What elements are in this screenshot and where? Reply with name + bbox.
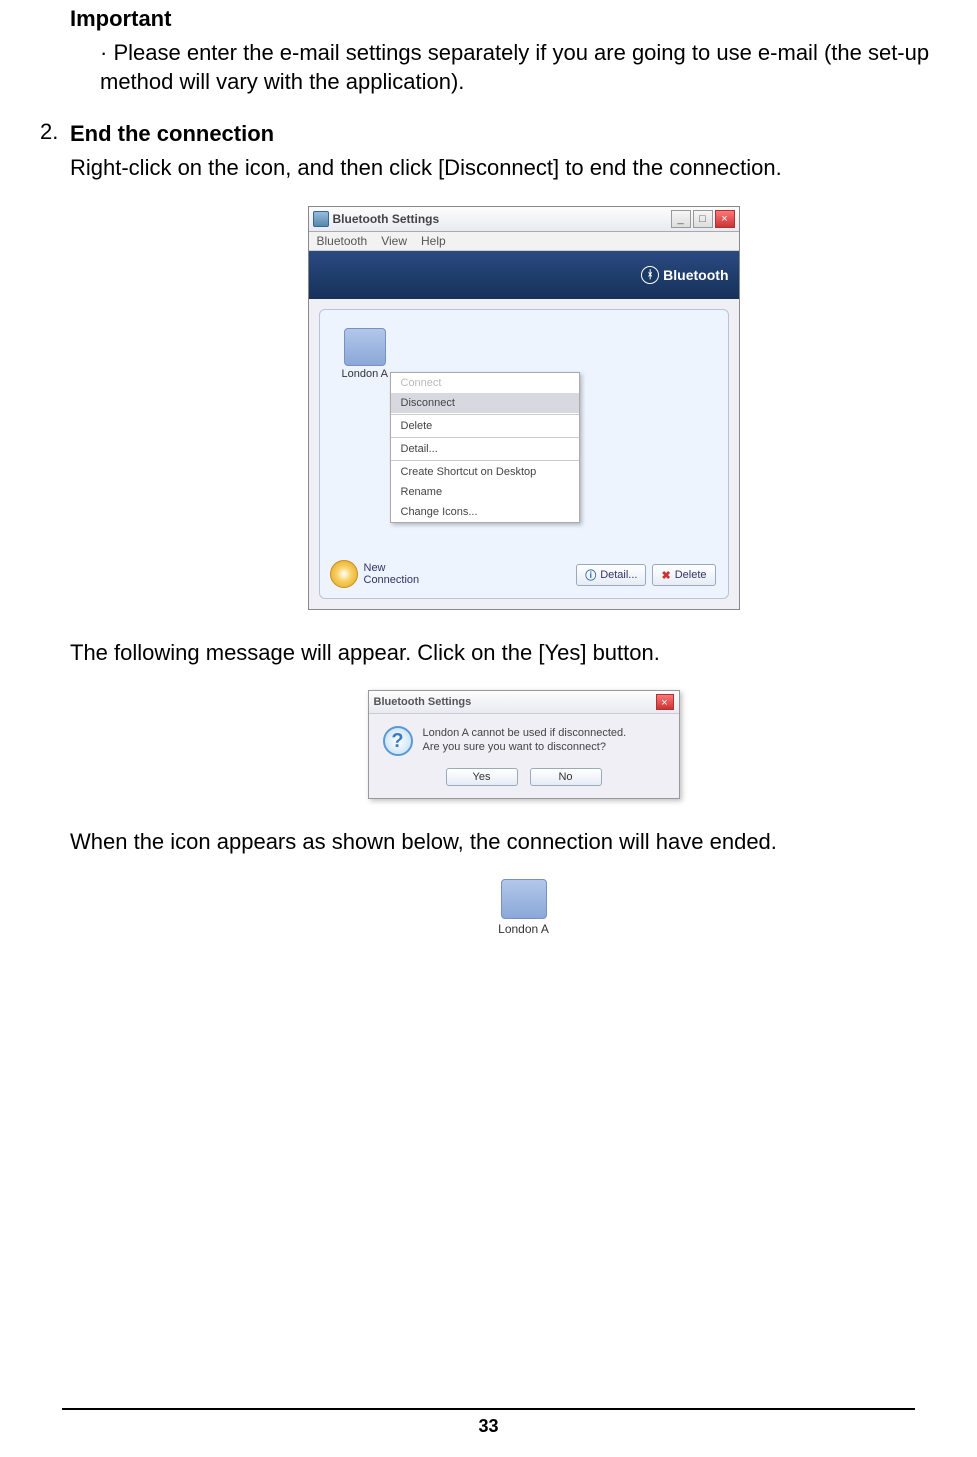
important-body-text: Please enter the e-mail settings separat…	[100, 40, 929, 95]
context-menu: Connect Disconnect Delete Detail... Crea…	[390, 372, 580, 523]
device-icon	[344, 328, 386, 366]
titlebar: Bluetooth Settings _ □ ×	[309, 207, 739, 232]
device-label: London A	[342, 368, 389, 380]
context-menu-delete[interactable]: Delete	[391, 416, 579, 436]
menu-bluetooth[interactable]: Bluetooth	[317, 234, 368, 248]
minimize-button[interactable]: _	[671, 210, 691, 228]
page-footer: 33	[0, 1408, 977, 1437]
window-title: Bluetooth Settings	[333, 212, 671, 226]
context-menu-create-shortcut[interactable]: Create Shortcut on Desktop	[391, 462, 579, 482]
menu-view[interactable]: View	[381, 234, 407, 248]
antenna-icon	[330, 560, 358, 588]
context-menu-disconnect[interactable]: Disconnect	[391, 393, 579, 413]
dialog-titlebar: Bluetooth Settings ×	[369, 691, 679, 714]
context-menu-rename[interactable]: Rename	[391, 482, 579, 502]
new-connection-line2: Connection	[364, 574, 420, 586]
device-panel: London A Connect Disconnect Delete Detai…	[319, 309, 729, 599]
detail-button-label: Detail...	[600, 569, 637, 581]
menu-bar: Bluetooth View Help	[309, 232, 739, 251]
context-menu-connect[interactable]: Connect	[391, 373, 579, 393]
new-connection-button[interactable]: New Connection	[330, 560, 420, 588]
step-number: 2.	[40, 119, 70, 936]
important-body: · Please enter the e-mail settings separ…	[100, 38, 977, 97]
info-icon: ⓘ	[585, 567, 596, 583]
step-title: End the connection	[70, 119, 977, 149]
banner: ᚼ Bluetooth	[309, 251, 739, 299]
context-menu-detail[interactable]: Detail...	[391, 439, 579, 459]
final-device-label: London A	[489, 922, 559, 936]
yes-button[interactable]: Yes	[446, 768, 518, 786]
final-device-icon: London A	[489, 879, 559, 936]
new-connection-line1: New	[364, 562, 420, 574]
step-instruction: Right-click on the icon, and then click …	[70, 153, 977, 183]
no-button[interactable]: No	[530, 768, 602, 786]
dialog-message-line2: Are you sure you want to disconnect?	[423, 740, 627, 754]
delete-button[interactable]: ✖ Delete	[652, 564, 715, 586]
confirm-dialog: Bluetooth Settings × ? London A cannot b…	[368, 690, 680, 799]
device-icon	[501, 879, 547, 919]
after-window-text: The following message will appear. Click…	[70, 638, 977, 668]
dialog-message-line1: London A cannot be used if disconnected.	[423, 726, 627, 740]
bluetooth-settings-window: Bluetooth Settings _ □ × Bluetooth View …	[308, 206, 740, 610]
x-icon: ✖	[661, 569, 670, 582]
page-number: 33	[0, 1416, 977, 1437]
question-icon: ?	[383, 726, 413, 756]
dialog-title-text: Bluetooth Settings	[374, 696, 656, 708]
important-heading: Important	[70, 4, 977, 34]
device-item[interactable]: London A	[342, 328, 389, 380]
detail-button[interactable]: ⓘ Detail...	[576, 564, 646, 586]
bluetooth-symbol-icon: ᚼ	[641, 266, 659, 284]
bluetooth-logo-text: Bluetooth	[663, 267, 728, 283]
context-menu-change-icons[interactable]: Change Icons...	[391, 502, 579, 522]
menu-help[interactable]: Help	[421, 234, 446, 248]
delete-button-label: Delete	[675, 569, 707, 581]
close-button[interactable]: ×	[715, 210, 735, 228]
maximize-button[interactable]: □	[693, 210, 713, 228]
after-dialog-text: When the icon appears as shown below, th…	[70, 827, 977, 857]
bluetooth-logo: ᚼ Bluetooth	[641, 266, 728, 284]
app-icon	[313, 211, 329, 227]
dialog-close-button[interactable]: ×	[656, 694, 674, 710]
